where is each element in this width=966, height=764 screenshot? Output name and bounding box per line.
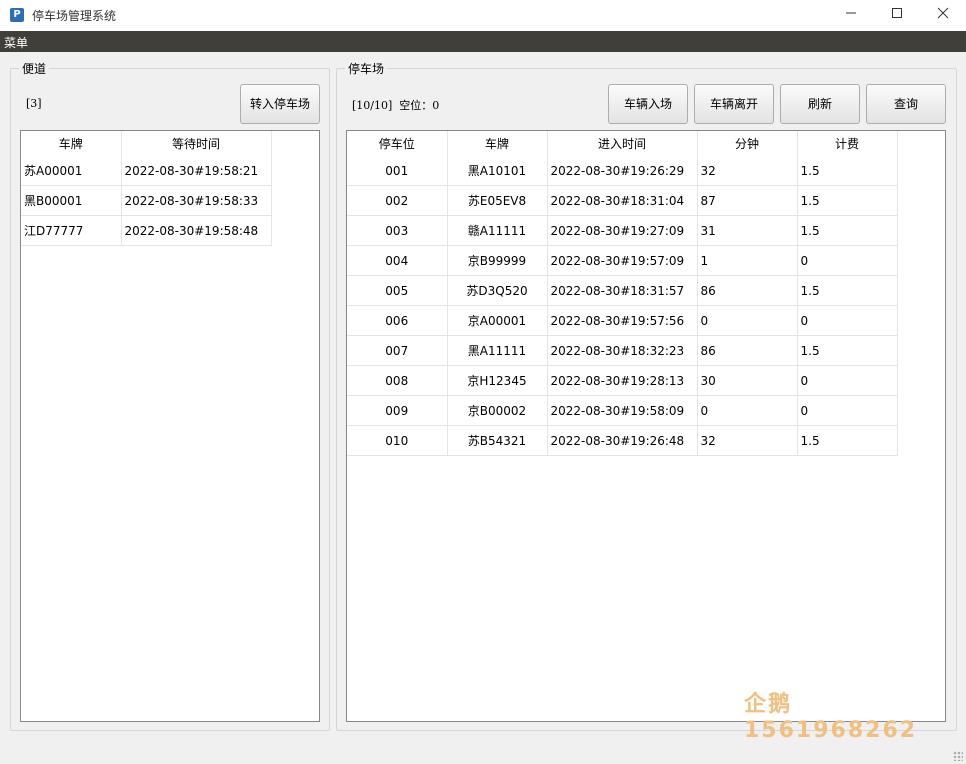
slot-cell: 001 bbox=[347, 156, 448, 186]
minutes-cell: 30 bbox=[697, 365, 798, 396]
parking-table[interactable]: 停车位 车牌 进入时间 分钟 计费 001 黑A10101 2022-08-30#1… bbox=[346, 130, 946, 722]
waiting-table[interactable]: 车牌 等待时间 苏A00001 2022-08-30#19:58:21 黑B00… bbox=[20, 130, 320, 722]
slot-cell: 008 bbox=[347, 365, 448, 396]
waiting-lane-title: 便道 bbox=[19, 60, 50, 77]
table-row[interactable]: 江D77777 2022-08-30#19:58:48 bbox=[21, 215, 272, 246]
entry-time-cell: 2022-08-30#18:31:57 bbox=[547, 275, 698, 306]
fee-cell: 0 bbox=[797, 305, 898, 336]
resize-grip-icon[interactable] bbox=[953, 751, 963, 761]
watermark-text: 企鹅 1561968262 bbox=[744, 692, 918, 743]
column-header-entry-time[interactable]: 进入时间 bbox=[547, 131, 698, 156]
wait-time-cell: 2022-08-30#19:58:21 bbox=[121, 156, 272, 186]
menu-bar: 菜单 bbox=[0, 31, 966, 52]
plate-cell: 苏B54321 bbox=[447, 425, 548, 456]
vehicle-leave-button[interactable]: 车辆离开 bbox=[694, 84, 774, 124]
maximize-icon[interactable] bbox=[874, 0, 920, 31]
column-header-wait-time[interactable]: 等待时间 bbox=[121, 131, 272, 156]
fee-cell: 1.5 bbox=[797, 156, 898, 186]
fee-cell: 0 bbox=[797, 245, 898, 276]
slot-cell: 002 bbox=[347, 185, 448, 216]
fee-cell: 0 bbox=[797, 395, 898, 426]
slot-cell: 003 bbox=[347, 215, 448, 246]
fee-cell: 1.5 bbox=[797, 215, 898, 246]
minutes-cell: 32 bbox=[697, 425, 798, 456]
table-header-row: 停车位 车牌 进入时间 分钟 计费 bbox=[347, 131, 898, 156]
minimize-icon[interactable] bbox=[828, 0, 874, 31]
wait-time-cell: 2022-08-30#19:58:33 bbox=[121, 185, 272, 216]
table-row[interactable]: 010 苏B54321 2022-08-30#19:26:48 32 1.5 bbox=[347, 425, 898, 456]
entry-time-cell: 2022-08-30#18:31:04 bbox=[547, 185, 698, 216]
wait-time-cell: 2022-08-30#19:58:48 bbox=[121, 215, 272, 246]
plate-cell: 苏E05EV8 bbox=[447, 185, 548, 216]
fee-cell: 1.5 bbox=[797, 335, 898, 366]
plate-cell: 苏A00001 bbox=[21, 156, 122, 186]
parking-status: [10/10] 空位：0 bbox=[352, 99, 440, 112]
slot-cell: 006 bbox=[347, 305, 448, 336]
slot-cell: 009 bbox=[347, 395, 448, 426]
plate-cell: 赣A11111 bbox=[447, 215, 548, 246]
minutes-cell: 0 bbox=[697, 395, 798, 426]
minutes-cell: 1 bbox=[697, 245, 798, 276]
slot-cell: 005 bbox=[347, 275, 448, 306]
minutes-cell: 87 bbox=[697, 185, 798, 216]
entry-time-cell: 2022-08-30#19:26:48 bbox=[547, 425, 698, 456]
table-row[interactable]: 008 京H12345 2022-08-30#19:28:13 30 0 bbox=[347, 365, 898, 396]
table-row[interactable]: 黑B00001 2022-08-30#19:58:33 bbox=[21, 185, 272, 216]
table-row[interactable]: 005 苏D3Q520 2022-08-30#18:31:57 86 1.5 bbox=[347, 275, 898, 306]
entry-time-cell: 2022-08-30#19:58:09 bbox=[547, 395, 698, 426]
minutes-cell: 32 bbox=[697, 156, 798, 186]
plate-cell: 京B00002 bbox=[447, 395, 548, 426]
entry-time-cell: 2022-08-30#18:32:23 bbox=[547, 335, 698, 366]
slot-cell: 004 bbox=[347, 245, 448, 276]
waiting-count: [3] bbox=[26, 97, 42, 110]
table-header-row: 车牌 等待时间 bbox=[21, 131, 272, 156]
entry-time-cell: 2022-08-30#19:57:56 bbox=[547, 305, 698, 336]
column-header-plate[interactable]: 车牌 bbox=[21, 131, 122, 156]
parking-lot-title: 停车场 bbox=[345, 60, 388, 77]
slot-cell: 010 bbox=[347, 425, 448, 456]
plate-cell: 京H12345 bbox=[447, 365, 548, 396]
fee-cell: 1.5 bbox=[797, 425, 898, 456]
vehicle-enter-button[interactable]: 车辆入场 bbox=[608, 84, 688, 124]
fee-cell: 0 bbox=[797, 365, 898, 396]
column-header-fee[interactable]: 计费 bbox=[797, 131, 898, 156]
refresh-button[interactable]: 刷新 bbox=[780, 84, 860, 124]
column-header-plate[interactable]: 车牌 bbox=[447, 131, 548, 156]
transfer-to-parking-button[interactable]: 转入停车场 bbox=[240, 84, 320, 124]
fee-cell: 1.5 bbox=[797, 275, 898, 306]
entry-time-cell: 2022-08-30#19:57:09 bbox=[547, 245, 698, 276]
table-row[interactable]: 003 赣A11111 2022-08-30#19:27:09 31 1.5 bbox=[347, 215, 898, 246]
slot-cell: 007 bbox=[347, 335, 448, 366]
query-button[interactable]: 查询 bbox=[866, 84, 946, 124]
table-row[interactable]: 苏A00001 2022-08-30#19:58:21 bbox=[21, 156, 272, 186]
table-row[interactable]: 001 黑A10101 2022-08-30#19:26:29 32 1.5 bbox=[347, 156, 898, 186]
entry-time-cell: 2022-08-30#19:28:13 bbox=[547, 365, 698, 396]
table-row[interactable]: 009 京B00002 2022-08-30#19:58:09 0 0 bbox=[347, 395, 898, 426]
table-row[interactable]: 007 黑A11111 2022-08-30#18:32:23 86 1.5 bbox=[347, 335, 898, 366]
entry-time-cell: 2022-08-30#19:27:09 bbox=[547, 215, 698, 246]
close-icon[interactable] bbox=[920, 0, 966, 31]
parking-app-icon: P bbox=[10, 8, 24, 22]
table-row[interactable]: 006 京A00001 2022-08-30#19:57:56 0 0 bbox=[347, 305, 898, 336]
column-header-slot[interactable]: 停车位 bbox=[347, 131, 448, 156]
plate-cell: 黑A10101 bbox=[447, 156, 548, 186]
minutes-cell: 31 bbox=[697, 215, 798, 246]
plate-cell: 苏D3Q520 bbox=[447, 275, 548, 306]
plate-cell: 黑A11111 bbox=[447, 335, 548, 366]
window-title: 停车场管理系统 bbox=[32, 9, 117, 23]
table-row[interactable]: 002 苏E05EV8 2022-08-30#18:31:04 87 1.5 bbox=[347, 185, 898, 216]
menu-item-main[interactable]: 菜单 bbox=[4, 34, 28, 51]
fee-cell: 1.5 bbox=[797, 185, 898, 216]
minutes-cell: 86 bbox=[697, 335, 798, 366]
minutes-cell: 0 bbox=[697, 305, 798, 336]
plate-cell: 黑B00001 bbox=[21, 185, 122, 216]
title-bar: P 停车场管理系统 bbox=[0, 0, 966, 31]
entry-time-cell: 2022-08-30#19:26:29 bbox=[547, 156, 698, 186]
plate-cell: 京B99999 bbox=[447, 245, 548, 276]
plate-cell: 京A00001 bbox=[447, 305, 548, 336]
minutes-cell: 86 bbox=[697, 275, 798, 306]
column-header-minutes[interactable]: 分钟 bbox=[697, 131, 798, 156]
plate-cell: 江D77777 bbox=[21, 215, 122, 246]
table-row[interactable]: 004 京B99999 2022-08-30#19:57:09 1 0 bbox=[347, 245, 898, 276]
